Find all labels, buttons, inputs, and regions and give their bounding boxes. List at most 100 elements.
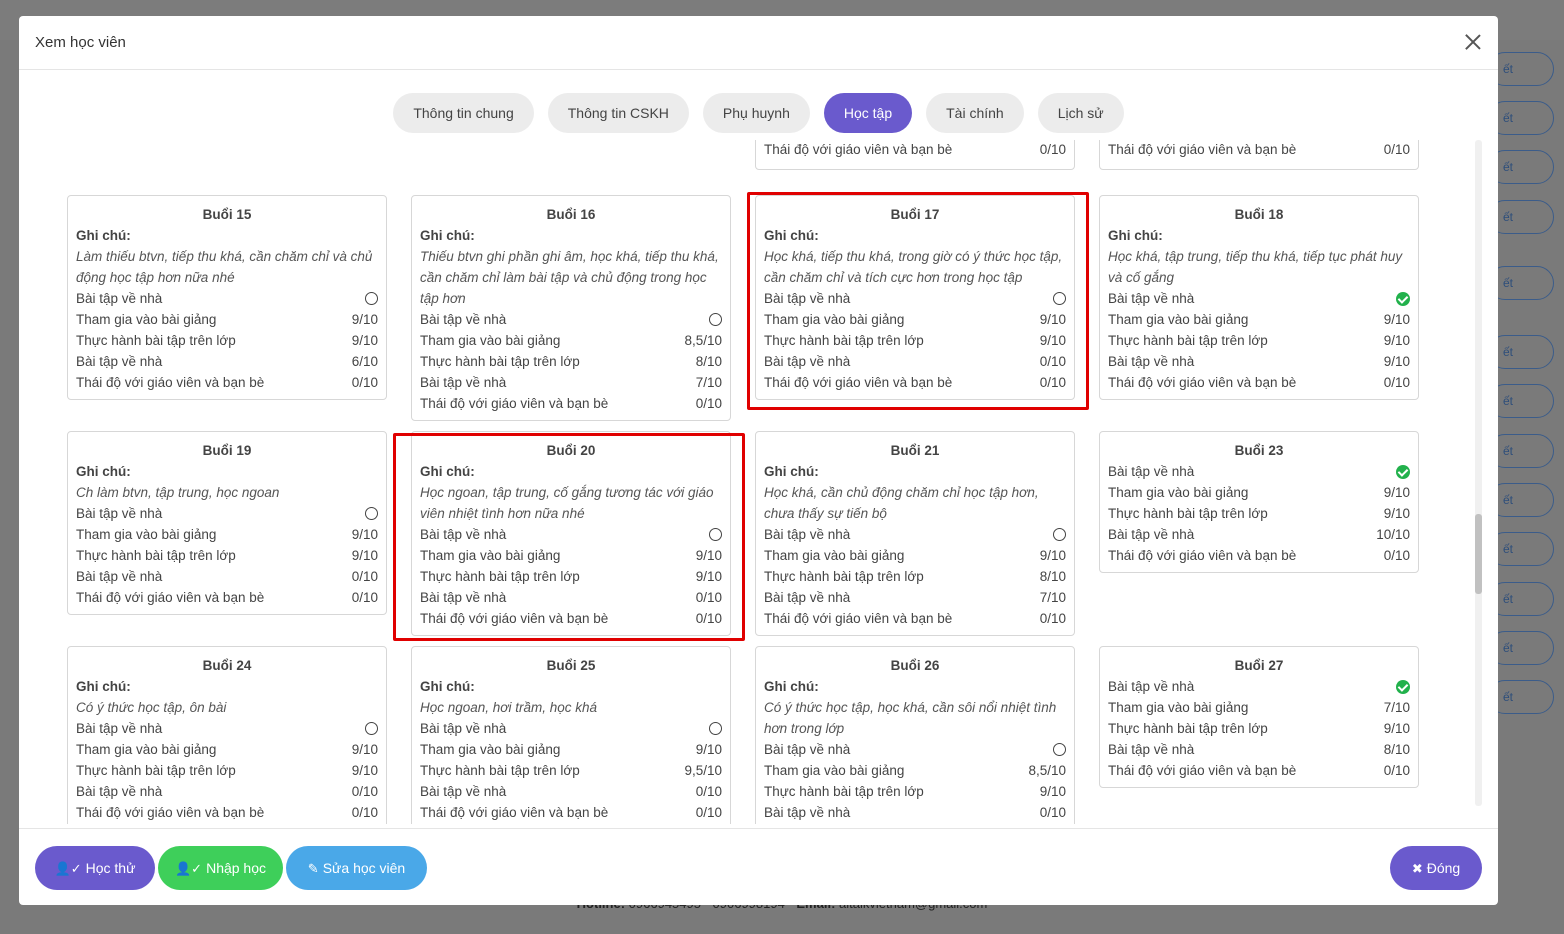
criteria-label: Bài tập về nhà — [420, 784, 507, 799]
criteria-value: 9/10 — [351, 742, 378, 757]
session-title: Buổi 20 — [546, 443, 596, 458]
criteria-row: Bài tập về nhà 6/10 — [76, 351, 378, 372]
session-note: Học ngoan, hơi trầm, học khá — [420, 700, 598, 715]
session-card: Buổi 23 Bài tập về nhà Tham gia vào bài gi… — [1099, 431, 1419, 573]
session-note: Ch làm btvn, tập trung, học ngoan — [76, 485, 280, 500]
homework-status-row: Bài tập về nhà — [76, 288, 378, 309]
criteria-label: Thái độ với giáo viên và bạn bè — [76, 375, 265, 390]
criteria-label: Tham gia vào bài giảng — [1108, 485, 1249, 500]
homework-label: Bài tập về nhà — [76, 721, 163, 736]
user-check-icon: 👤✓ — [174, 861, 203, 876]
session-card: Buổi 16 Ghi chú: Thiếu btvn ghi phần ghi â… — [411, 195, 731, 421]
session-title: Buổi 27 — [1234, 658, 1284, 673]
criteria-row: Tham gia vào bài giảng 7/10 — [1108, 697, 1410, 718]
note-label: Ghi chú: — [420, 228, 475, 243]
criteria-label: Bài tập về nhà — [1108, 354, 1195, 369]
note-label: Ghi chú: — [764, 679, 819, 694]
criteria-label: Thực hành bài tập trên lớp — [76, 333, 236, 348]
criteria-row: Bài tập về nhà 0/10 — [420, 781, 722, 802]
criteria-row: Thái độ với giáo viên và bạn bè 0/10 — [1108, 760, 1410, 781]
session-title: Buổi 21 — [890, 443, 940, 458]
criteria-label: Bài tập về nhà — [764, 805, 851, 820]
note-label: Ghi chú: — [420, 464, 475, 479]
criteria-value: 9,5/10 — [684, 763, 722, 778]
close-button[interactable]: ✖ Đóng — [1390, 846, 1482, 890]
homework-label: Bài tập về nhà — [1108, 291, 1195, 306]
criteria-label: Bài tập về nhà — [764, 590, 851, 605]
session-card: Buổi 18 Ghi chú: Học khá, tập trung, tiếp … — [1099, 195, 1419, 400]
tab-5[interactable]: Lịch sử — [1037, 93, 1124, 133]
trial-button[interactable]: 👤✓ Học thử — [35, 846, 155, 890]
criteria-value: 9/10 — [1039, 333, 1066, 348]
criteria-label: Thực hành bài tập trên lớp — [420, 354, 580, 369]
criteria-row: Bài tập về nhà 0/10 — [420, 587, 722, 608]
criteria-row: Tham gia vào bài giảng 9/10 — [76, 309, 378, 330]
tab-4[interactable]: Tài chính — [926, 93, 1024, 133]
criteria-label: Bài tập về nhà — [1108, 527, 1195, 542]
criteria-row: Thái độ với giáo viên và bạn bè 0/10 — [1108, 140, 1410, 160]
enroll-button[interactable]: 👤✓ Nhập học — [158, 846, 283, 890]
check-circle-icon — [1396, 679, 1410, 694]
criteria-value: 9/10 — [351, 333, 378, 348]
criteria-value: 0/10 — [695, 784, 722, 799]
criteria-label: Tham gia vào bài giảng — [76, 742, 217, 757]
criteria-label: Thái độ với giáo viên và bạn bè — [764, 611, 953, 626]
criteria-label: Thái độ với giáo viên và bạn bè — [764, 375, 953, 390]
criteria-label: Tham gia vào bài giảng — [764, 763, 905, 778]
criteria-value: 9/10 — [1039, 312, 1066, 327]
criteria-label: Thái độ với giáo viên và bạn bè — [1108, 548, 1297, 563]
tab-0[interactable]: Thông tin chung — [393, 93, 534, 133]
sessions-grid: Thái độ với giáo viên và bạn bè 0/10 Thái … — [47, 140, 1471, 824]
criteria-label: Thực hành bài tập trên lớp — [420, 763, 580, 778]
tab-2[interactable]: Phụ huynh — [702, 93, 810, 133]
tab-3[interactable]: Học tập — [823, 93, 913, 133]
empty-circle-icon — [709, 313, 722, 326]
note-label: Ghi chú: — [764, 464, 819, 479]
criteria-value: 0/10 — [351, 375, 378, 390]
criteria-label: Thái độ với giáo viên và bạn bè — [1108, 375, 1297, 390]
homework-status-row: Bài tập về nhà — [1108, 461, 1410, 482]
criteria-value: 9/10 — [695, 548, 722, 563]
criteria-row: Tham gia vào bài giảng 8,5/10 — [420, 330, 722, 351]
session-note: Học khá, tiếp thu khá, trong giờ có ý th… — [764, 249, 1063, 285]
criteria-row: Thực hành bài tập trên lớp 9/10 — [1108, 503, 1410, 524]
criteria-row: Thực hành bài tập trên lớp 9,5/10 — [420, 760, 722, 781]
criteria-label: Bài tập về nhà — [420, 375, 507, 390]
criteria-label: Thái độ với giáo viên và bạn bè — [420, 805, 609, 820]
criteria-row: Bài tập về nhà 7/10 — [420, 372, 722, 393]
criteria-value: 9/10 — [1039, 784, 1066, 799]
homework-status-row: Bài tập về nhà — [1108, 676, 1410, 697]
criteria-row: Thái độ với giáo viên và bạn bè 0/10 — [420, 608, 722, 629]
criteria-label: Thái độ với giáo viên và bạn bè — [764, 142, 953, 157]
criteria-label: Tham gia vào bài giảng — [764, 312, 905, 327]
homework-label: Bài tập về nhà — [420, 527, 507, 542]
scrollbar-thumb[interactable] — [1475, 514, 1482, 594]
session-note: Học khá, tập trung, tiếp thu khá, tiếp t… — [1108, 249, 1403, 285]
homework-status-row: Bài tập về nhà — [764, 524, 1066, 545]
criteria-label: Tham gia vào bài giảng — [1108, 700, 1249, 715]
criteria-value: 0/10 — [1383, 375, 1410, 390]
session-title: Buổi 25 — [546, 658, 596, 673]
criteria-value: 0/10 — [351, 784, 378, 799]
close-icon[interactable] — [1462, 31, 1484, 53]
edit-student-button[interactable]: ✎ Sửa học viên — [286, 846, 427, 890]
criteria-row: Thái độ với giáo viên và bạn bè 0/10 — [764, 140, 1066, 160]
criteria-label: Tham gia vào bài giảng — [420, 548, 561, 563]
session-title: Buổi 16 — [546, 207, 596, 222]
criteria-label: Thực hành bài tập trên lớp — [764, 333, 924, 348]
criteria-label: Tham gia vào bài giảng — [1108, 312, 1249, 327]
check-circle-icon — [1396, 464, 1410, 479]
criteria-row: Thực hành bài tập trên lớp 9/10 — [76, 545, 378, 566]
tab-1[interactable]: Thông tin CSKH — [547, 93, 689, 133]
content-scrollbar[interactable] — [1475, 140, 1482, 806]
criteria-label: Thực hành bài tập trên lớp — [1108, 506, 1268, 521]
criteria-row: Thực hành bài tập trên lớp 9/10 — [420, 566, 722, 587]
homework-label: Bài tập về nhà — [764, 742, 851, 757]
empty-circle-icon — [1053, 528, 1066, 541]
criteria-row: Thái độ với giáo viên và bạn bè 0/10 — [1108, 372, 1410, 393]
criteria-row: Thái độ với giáo viên và bạn bè 0/10 — [76, 372, 378, 393]
criteria-label: Thái độ với giáo viên và bạn bè — [76, 590, 265, 605]
session-title: Buổi 18 — [1234, 207, 1284, 222]
homework-label: Bài tập về nhà — [1108, 679, 1195, 694]
criteria-row: Bài tập về nhà 0/10 — [76, 566, 378, 587]
